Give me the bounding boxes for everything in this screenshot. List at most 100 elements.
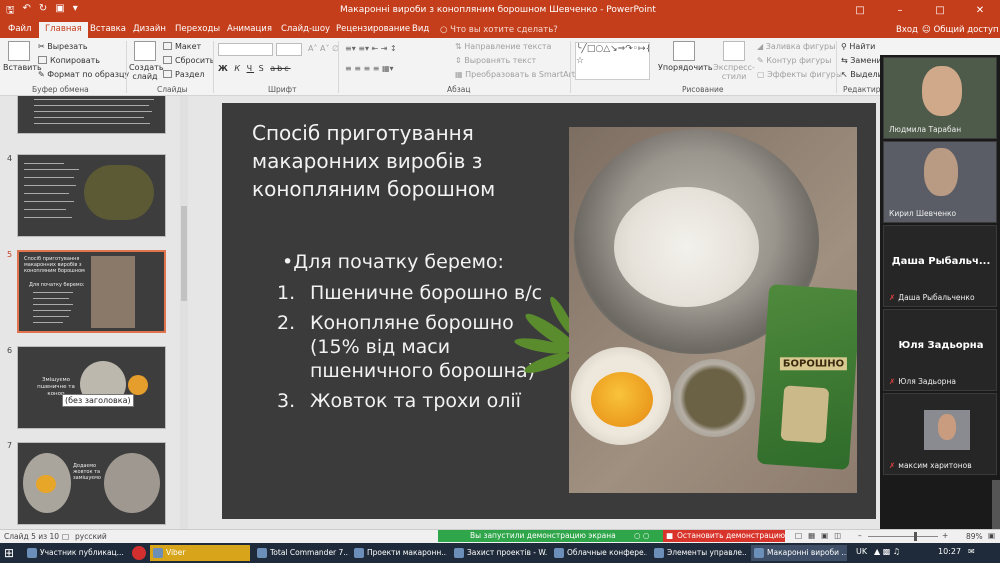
section-icon: [163, 70, 172, 78]
slide-thumbnail-6[interactable]: Змішуємо пшеничне та коноп: [17, 346, 166, 429]
reset-button[interactable]: Сбросить: [163, 56, 214, 65]
zoom-percent[interactable]: 89%: [966, 532, 983, 541]
bullets-icon[interactable]: ≡▾ ≡▾ ⇤ ⇥ ↕: [345, 44, 397, 53]
group-label-drawing: Рисование: [682, 85, 724, 94]
ribbon-display-icon[interactable]: □: [840, 0, 880, 22]
copy-button[interactable]: Копировать: [38, 56, 100, 65]
group-separator: [338, 41, 339, 93]
ingredients-photo[interactable]: БОРОШНО: [569, 127, 857, 493]
minimize-icon[interactable]: –: [880, 0, 920, 22]
layout-button[interactable]: Макет: [163, 42, 201, 51]
taskbar-item-powerpoint[interactable]: Макаронні вироби ...: [751, 545, 847, 561]
slide-thumbnail-4[interactable]: [17, 154, 166, 237]
shadow-button[interactable]: S: [259, 64, 266, 73]
underline-button[interactable]: Ч: [247, 64, 254, 73]
stop-share-button[interactable]: ■ Остановить демонстрацию: [663, 530, 785, 542]
taskbar-item[interactable]: Проекти макаронн...: [351, 545, 447, 561]
arrange-icon: [673, 41, 695, 61]
share-button[interactable]: ☺ Общий доступ: [922, 25, 999, 35]
section-button[interactable]: Раздел: [163, 70, 205, 79]
group-separator: [213, 41, 214, 93]
format-painter-button[interactable]: ✎ Формат по образцу: [38, 70, 129, 79]
italic-button[interactable]: К: [234, 64, 242, 73]
muted-mic-icon: ✗: [889, 293, 896, 302]
clock[interactable]: 10:27: [938, 547, 961, 556]
bold-button[interactable]: Ж: [218, 64, 230, 73]
participants-scrollbar[interactable]: [992, 480, 1000, 529]
font-family-select[interactable]: [218, 43, 273, 56]
taskbar-item[interactable]: Захист проектів - W...: [451, 545, 547, 561]
arrange-button[interactable]: Упорядочить: [658, 41, 713, 72]
shape-fill-button[interactable]: ◢ Заливка фигуры: [757, 42, 835, 51]
new-slide-button[interactable]: Создать слайд: [129, 41, 164, 81]
scrollbar-thumb[interactable]: [181, 206, 187, 301]
save-icon[interactable]: 🖫: [6, 3, 15, 20]
taskbar-item[interactable]: Облачные конфере...: [551, 545, 647, 561]
tab-animations[interactable]: Анимация: [227, 24, 272, 34]
slide-thumbnail-3[interactable]: [17, 96, 166, 134]
smartart-icon: ▦: [455, 70, 466, 79]
font-size-select[interactable]: [276, 43, 302, 56]
tab-review[interactable]: Рецензирование: [336, 24, 410, 34]
taskbar-item[interactable]: Элементы управле...: [651, 545, 747, 561]
participant-tile[interactable]: Людмила Тарабан: [883, 57, 997, 139]
customize-qat-icon[interactable]: ▾: [73, 3, 78, 20]
participant-tile[interactable]: Кирил Шевченко: [883, 141, 997, 223]
find-button[interactable]: ⚲ Найти: [841, 42, 875, 51]
participant-tile[interactable]: Даша Рыбальч... ✗ Даша Рыбальченко: [883, 225, 997, 307]
notifications-icon[interactable]: ✉: [968, 547, 975, 556]
participant-tile[interactable]: ✗ максим харитонов: [883, 393, 997, 475]
start-slideshow-icon[interactable]: ▣: [55, 3, 64, 20]
tab-file[interactable]: Файл: [8, 24, 31, 34]
slide-number: 4: [7, 154, 13, 163]
redo-icon[interactable]: ↻: [39, 3, 47, 20]
tab-transitions[interactable]: Переходы: [175, 24, 220, 34]
language-indicator[interactable]: русский: [75, 532, 107, 541]
view-buttons-icon[interactable]: □▦▣◫: [795, 531, 847, 540]
package-label: БОРОШНО: [779, 357, 848, 371]
close-icon[interactable]: ✕: [960, 0, 1000, 22]
tab-view[interactable]: Вид: [412, 24, 429, 34]
zoom-slider[interactable]: [868, 536, 938, 537]
slide-thumbnail-7[interactable]: Додаємо жовток та замішуємо: [17, 442, 166, 525]
tray-icons[interactable]: ▲ ▩ ♫: [874, 547, 900, 556]
shape-effects-button[interactable]: ▢ Эффекты фигуры: [757, 70, 842, 79]
fit-to-window-icon[interactable]: ▣: [988, 531, 995, 540]
start-menu-icon[interactable]: ⊞: [4, 546, 18, 560]
zoom-out-icon[interactable]: –: [858, 531, 862, 540]
share-status-icon[interactable]: ○ ○: [634, 530, 649, 542]
sign-in-link[interactable]: Вход: [896, 25, 918, 35]
taskbar-item[interactable]: Участник публикац...: [24, 545, 126, 561]
slide-bullet[interactable]: •Для початку беремо:: [282, 251, 504, 273]
font-grow-icon[interactable]: A˄ A˅ ∅: [308, 44, 339, 53]
zoom-in-icon[interactable]: +: [942, 531, 948, 540]
tab-design[interactable]: Дизайн: [133, 24, 166, 34]
zoom-slider-thumb[interactable]: [914, 532, 917, 541]
slide-title[interactable]: Спосіб приготування макаронних виробів з…: [252, 119, 542, 203]
tab-home[interactable]: Главная: [39, 22, 88, 38]
participant-tile[interactable]: Юля Задьорна ✗ Юля Задьорна: [883, 309, 997, 391]
quick-styles-button[interactable]: Экспресс-стили: [712, 41, 756, 81]
paste-button[interactable]: Вставить: [3, 41, 42, 72]
shape-outline-button[interactable]: ✎ Контур фигуры: [757, 56, 831, 65]
strikethrough-button[interactable]: abc: [270, 64, 290, 73]
cut-button[interactable]: ✂ Вырезать: [38, 42, 88, 51]
taskbar-item[interactable]: Total Commander 7...: [254, 545, 348, 561]
align-text-button[interactable]: ⇕ Выровнять текст: [455, 56, 536, 65]
tell-me-search[interactable]: ○ Что вы хотите сделать?: [440, 25, 558, 35]
taskbar-item-viber[interactable]: Viber: [150, 545, 250, 561]
text-direction-button[interactable]: ⇅ Направление текста: [455, 42, 551, 51]
opera-icon[interactable]: [132, 546, 146, 560]
spellcheck-icon[interactable]: □: [62, 532, 69, 541]
shapes-gallery[interactable]: ╰╱□○△↘⇒↷◦↦{}☆: [575, 42, 650, 80]
tab-slideshow[interactable]: Слайд-шоу: [281, 24, 330, 34]
slide-thumbnail-5[interactable]: Спосіб приготування макаронних виробів з…: [17, 250, 166, 333]
keyboard-language[interactable]: UK: [856, 547, 867, 556]
maximize-icon[interactable]: □: [920, 0, 960, 22]
smartart-button[interactable]: ▦ Преобразовать в SmartArt: [455, 70, 575, 79]
tab-insert[interactable]: Вставка: [90, 24, 126, 34]
undo-icon[interactable]: ↶: [23, 3, 31, 20]
align-icon[interactable]: ≡ ≡ ≡ ≡ ▦▾: [345, 64, 394, 73]
main-slide[interactable]: Спосіб приготування макаронних виробів з…: [222, 103, 876, 519]
thumbnail-scrollbar[interactable]: [180, 96, 188, 529]
